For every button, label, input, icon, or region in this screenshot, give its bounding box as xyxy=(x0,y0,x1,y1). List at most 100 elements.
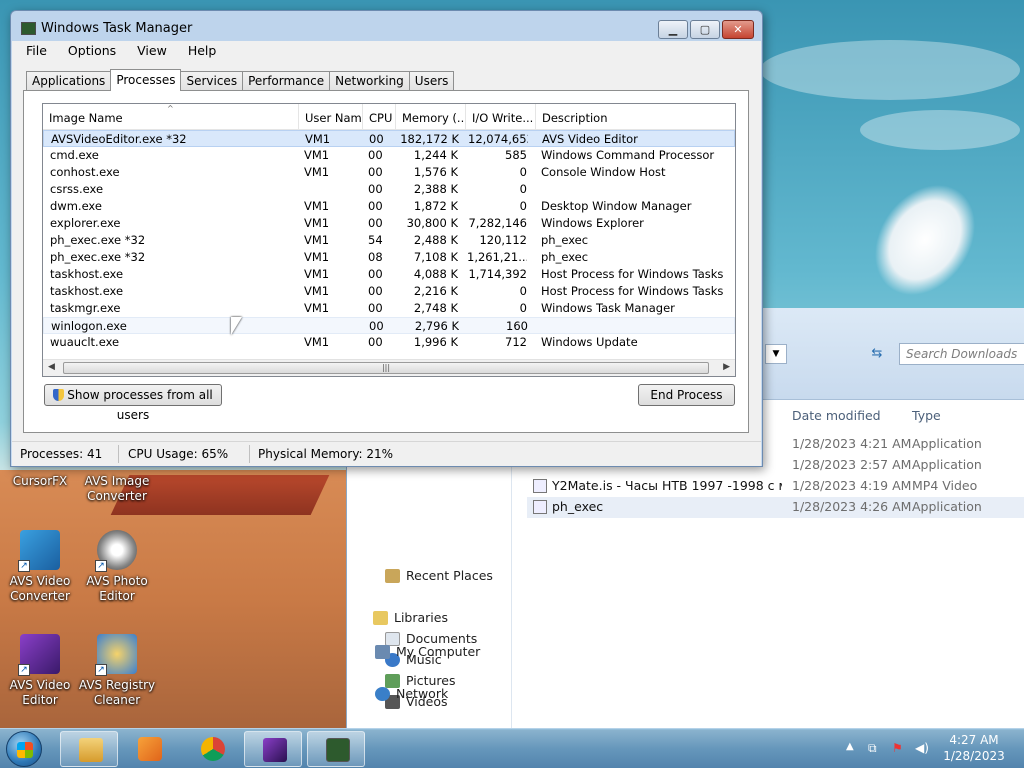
process-user: VM1 xyxy=(305,132,331,146)
process-row[interactable]: taskhost.exe VM1 00 4,088 K 1,714,392 Host Pr… xyxy=(43,266,735,283)
scroll-right-icon[interactable]: ▶ xyxy=(723,362,730,372)
file-name: ph_exec xyxy=(552,499,604,514)
process-cpu: 00 xyxy=(368,199,383,213)
tab-performance[interactable]: Performance xyxy=(242,71,331,90)
desktop-icon-avs-registry-cleaner[interactable]: ↗ AVS Registry Cleaner xyxy=(77,634,157,708)
tab-services[interactable]: Services xyxy=(180,71,244,90)
process-row[interactable]: taskmgr.exe VM1 00 2,748 K 0 Windows Task Man… xyxy=(43,300,735,317)
tab-networking[interactable]: Networking xyxy=(329,71,410,90)
action-center-icon[interactable]: ⚑ xyxy=(892,741,903,755)
desktop-icon-avs-video-editor[interactable]: ↗ AVS Video Editor xyxy=(0,634,80,708)
column-user-name[interactable]: User Name xyxy=(299,104,363,130)
column-description[interactable]: Description xyxy=(536,104,735,130)
process-name: taskhost.exe xyxy=(50,284,124,298)
taskbar-avs-video-editor-button[interactable] xyxy=(244,731,302,767)
process-memory: 30,800 K xyxy=(406,216,458,230)
show-hidden-icons-icon[interactable]: ▲ xyxy=(846,741,854,752)
tab-processes[interactable]: Processes xyxy=(110,69,182,91)
column-cpu[interactable]: CPU xyxy=(363,104,396,130)
nav-network[interactable]: Network xyxy=(375,686,448,701)
uac-shield-icon xyxy=(53,389,65,401)
menu-view[interactable]: View xyxy=(123,41,174,61)
desktop-icon-label: AVS Video Converter xyxy=(9,574,71,603)
process-row[interactable]: csrss.exe 00 2,388 K 0 xyxy=(43,181,735,198)
column-type[interactable]: Type xyxy=(912,408,941,423)
search-input[interactable]: Search Downloads xyxy=(899,343,1024,365)
desktop-icon-avs-image-converter[interactable]: AVS Image Converter xyxy=(77,474,157,504)
process-user: VM1 xyxy=(304,148,330,162)
refresh-icon[interactable]: ⇆ xyxy=(867,344,887,364)
taskbar-media-player-button[interactable] xyxy=(120,731,178,767)
menu-file[interactable]: File xyxy=(12,41,54,61)
nav-label: My Computer xyxy=(396,644,481,659)
process-row[interactable]: winlogon.exe 00 2,796 K 160 xyxy=(43,317,735,334)
process-row[interactable]: ph_exec.exe *32 VM1 08 7,108 K 1,261,21... ph… xyxy=(43,249,735,266)
system-clock[interactable]: 4:27 AM 1/28/2023 xyxy=(935,732,1013,764)
application-file-icon xyxy=(533,500,547,514)
process-memory: 2,748 K xyxy=(413,301,458,315)
show-all-processes-button[interactable]: Show processes from all users xyxy=(44,384,222,422)
start-button[interactable] xyxy=(6,731,42,767)
process-memory: 1,996 K xyxy=(413,335,458,349)
process-memory: 2,216 K xyxy=(413,284,458,298)
address-dropdown-button[interactable]: ▼ xyxy=(765,344,787,364)
desktop-icon-label: AVS Registry Cleaner xyxy=(78,678,156,707)
libraries-icon xyxy=(373,610,388,625)
status-processes: Processes: 41 xyxy=(20,447,103,461)
task-manager-app-icon xyxy=(21,22,36,35)
taskbar-explorer-button[interactable] xyxy=(60,731,118,767)
close-button[interactable]: ✕ xyxy=(722,20,754,39)
taskbar-chrome-button[interactable] xyxy=(183,731,241,767)
task-manager-window: Windows Task Manager ▁ ▢ ✕ File Options … xyxy=(10,10,763,467)
scrollbar-thumb[interactable]: ||| xyxy=(63,362,709,374)
menu-options[interactable]: Options xyxy=(54,41,123,61)
minimize-button[interactable]: ▁ xyxy=(658,20,688,39)
process-row-selected[interactable]: AVSVideoEditor.exe *32 VM1 00 182,172 K 12,0… xyxy=(43,130,735,147)
process-row[interactable]: ph_exec.exe *32 VM1 54 2,488 K 120,112 ph_exe… xyxy=(43,232,735,249)
process-row[interactable]: explorer.exe VM1 00 30,800 K 7,282,146 Window… xyxy=(43,215,735,232)
process-name: wuauclt.exe xyxy=(50,335,120,349)
file-date: 1/28/2023 4:21 AM xyxy=(792,436,912,451)
task-manager-client: Applications Processes Services Performa… xyxy=(12,61,761,466)
maximize-button[interactable]: ▢ xyxy=(690,20,720,39)
column-io-write[interactable]: I/O Write... xyxy=(466,104,536,130)
process-row[interactable]: taskhost.exe VM1 00 2,216 K 0 Host Process fo… xyxy=(43,283,735,300)
menu-help[interactable]: Help xyxy=(174,41,224,61)
sort-ascending-icon: ^ xyxy=(167,104,174,113)
file-type: Application xyxy=(912,499,982,514)
process-row[interactable]: wuauclt.exe VM1 00 1,996 K 712 Windows Update xyxy=(43,334,735,351)
chrome-icon xyxy=(201,737,225,761)
nav-label: Recent Places xyxy=(406,568,493,583)
process-row[interactable]: dwm.exe VM1 00 1,872 K 0 Desktop Window Manag… xyxy=(43,198,735,215)
process-description: ph_exec xyxy=(541,250,589,264)
process-description: Console Window Host xyxy=(541,165,666,179)
nav-recent-places[interactable]: Recent Places xyxy=(385,568,493,583)
desktop-icon-avs-photo-editor[interactable]: ↗ AVS Photo Editor xyxy=(77,530,157,604)
network-tray-icon[interactable]: ⧉ xyxy=(868,741,877,756)
process-name: conhost.exe xyxy=(50,165,120,179)
column-date-modified[interactable]: Date modified xyxy=(792,408,881,423)
horizontal-scrollbar[interactable]: ◀ ||| ▶ xyxy=(43,359,735,376)
process-description: Windows Task Manager xyxy=(541,301,675,315)
process-description: Desktop Window Manager xyxy=(541,199,692,213)
taskbar-task-manager-button[interactable] xyxy=(307,731,365,767)
column-memory[interactable]: Memory (... xyxy=(396,104,466,130)
taskbar: ▲ ⧉ ⚑ ◀) 4:27 AM 1/28/2023 xyxy=(0,728,1024,768)
file-row[interactable]: Y2Mate.is - Часы НТВ 1997 -1998 с музы..… xyxy=(527,476,1024,497)
process-memory: 1,872 K xyxy=(413,199,458,213)
process-row[interactable]: conhost.exe VM1 00 1,576 K 0 Console Window H… xyxy=(43,164,735,181)
tab-applications[interactable]: Applications xyxy=(26,71,112,90)
scroll-left-icon[interactable]: ◀ xyxy=(48,362,55,372)
volume-icon[interactable]: ◀) xyxy=(915,741,929,755)
file-row-selected[interactable]: ph_exec 1/28/2023 4:26 AM Application xyxy=(527,497,1024,518)
status-divider xyxy=(249,445,250,463)
desktop-icon-avs-video-converter[interactable]: ↗ AVS Video Converter xyxy=(0,530,80,604)
tab-users[interactable]: Users xyxy=(408,71,455,90)
nav-my-computer[interactable]: My Computer xyxy=(375,644,480,659)
nav-libraries[interactable]: Libraries xyxy=(373,610,448,625)
desktop-icon-cursorfx[interactable]: CursorFX xyxy=(0,474,80,489)
registry-cleaner-icon: ↗ xyxy=(95,634,137,676)
status-memory: Physical Memory: 21% xyxy=(258,447,394,461)
process-row[interactable]: cmd.exe VM1 00 1,244 K 585 Windows Command Pr… xyxy=(43,147,735,164)
end-process-button[interactable]: End Process xyxy=(638,384,735,406)
